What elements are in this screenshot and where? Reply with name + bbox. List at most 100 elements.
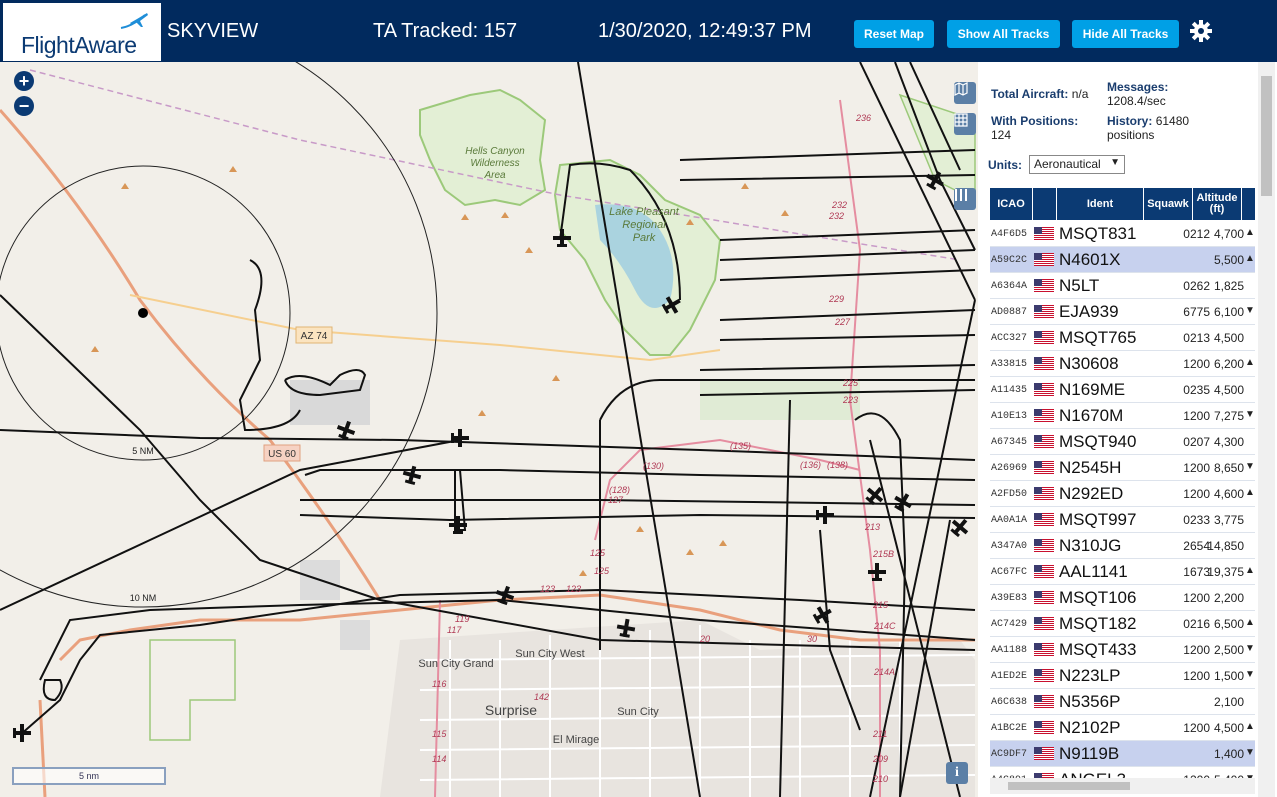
ident-cell: N1670M xyxy=(1059,406,1124,425)
road-number: 210 xyxy=(872,774,888,784)
history-stat: History: 61480 positions xyxy=(1107,114,1189,142)
squawk-cell: 2654 xyxy=(1183,539,1210,553)
show-all-tracks-button[interactable]: Show All Tracks xyxy=(947,20,1060,48)
units-select[interactable]: Aeronautical ▼ xyxy=(1029,155,1125,174)
altitude-trend-icon: ▲ xyxy=(1245,617,1255,628)
table-row[interactable]: A11435 N169ME 0235 4,500 xyxy=(990,377,1255,403)
column-header-icao[interactable]: ICAO xyxy=(990,188,1032,220)
table-row[interactable]: A347A0 N310JG 2654 14,850 xyxy=(990,533,1255,559)
table-row[interactable]: AD0887 EJA939 6775 6,100 ▼ xyxy=(990,299,1255,325)
settings-gear-icon[interactable] xyxy=(1189,19,1213,43)
hide-all-tracks-button[interactable]: Hide All Tracks xyxy=(1072,20,1179,48)
road-number: (128) xyxy=(609,485,630,495)
road-number: 214C xyxy=(873,621,896,631)
map-layers-icon[interactable] xyxy=(954,82,976,104)
zoom-out-icon[interactable]: − xyxy=(14,96,34,116)
park-east xyxy=(898,93,976,202)
icao-cell: A26969 xyxy=(991,463,1028,474)
with-positions-stat: With Positions: 124 xyxy=(991,114,1078,142)
us-flag-icon xyxy=(1034,279,1054,292)
table-row[interactable]: A67345 MSQT940 0207 4,300 xyxy=(990,429,1255,455)
grid-icon[interactable] xyxy=(954,113,976,135)
altitude-trend-icon: ▼ xyxy=(1245,747,1255,758)
column-header-squawk[interactable]: Squawk xyxy=(1144,188,1192,220)
road-number: 209 xyxy=(872,754,888,764)
column-header-ident[interactable]: Ident xyxy=(1057,188,1143,220)
columns-icon[interactable] xyxy=(954,188,976,210)
reset-map-button[interactable]: Reset Map xyxy=(854,20,934,48)
altitude-cell: 2,100 xyxy=(1213,695,1244,709)
table-row[interactable]: AC67FC AAL1141 1673 19,375 ▲ xyxy=(990,559,1255,585)
vertical-scrollbar-thumb[interactable] xyxy=(1261,76,1272,196)
squawk-cell: 1200 xyxy=(1183,591,1210,605)
table-row[interactable]: A1BC2E N2102P 1200 4,500 ▲ xyxy=(990,715,1255,741)
ident-cell: N169ME xyxy=(1059,380,1126,399)
road-number: 229 xyxy=(828,294,844,304)
altitude-cell: 6,500 xyxy=(1213,617,1244,631)
sun-city-label: Sun City xyxy=(617,706,659,718)
road-number: 20 xyxy=(699,634,710,644)
column-header-altitude[interactable]: Altitude (ft) xyxy=(1193,188,1241,220)
hells-canyon-label: Hells Canyon xyxy=(465,146,525,157)
table-row[interactable]: A59C2C N4601X 5,500 ▲ xyxy=(990,247,1255,273)
altitude-cell: 4,500 xyxy=(1213,721,1244,735)
altitude-cell: 1,400 xyxy=(1213,747,1244,761)
altitude-trend-icon: ▲ xyxy=(1245,253,1255,264)
road-number: 225 xyxy=(842,378,859,388)
column-header-flag[interactable] xyxy=(1033,188,1056,220)
road-number: 236 xyxy=(855,113,871,123)
ident-cell: MSQT997 xyxy=(1059,510,1137,529)
ta-tracked-count: TA Tracked: 157 xyxy=(373,20,518,42)
ring-5nm-label: 5 NM xyxy=(132,446,154,456)
table-row[interactable]: AA0A1A MSQT997 0233 3,775 xyxy=(990,507,1255,533)
table-row[interactable]: A6C638 N5356P 2,100 xyxy=(990,689,1255,715)
altitude-cell: 7,275 xyxy=(1213,409,1244,423)
total-aircraft-label: Total Aircraft: xyxy=(991,87,1069,101)
horizontal-scrollbar-thumb[interactable] xyxy=(1008,782,1130,790)
us-flag-icon xyxy=(1034,487,1054,500)
table-row[interactable]: A33815 N30608 1200 6,200 ▲ xyxy=(990,351,1255,377)
table-row[interactable]: A39E83 MSQT106 1200 2,200 xyxy=(990,585,1255,611)
zoom-in-icon[interactable]: + xyxy=(14,71,34,91)
flightaware-logo[interactable]: FlightAware xyxy=(3,3,161,61)
altitude-cell: 4,500 xyxy=(1213,383,1244,397)
road-number: 114 xyxy=(432,754,446,764)
table-row[interactable]: A4F6D5 MSQT831 0212 4,700 ▲ xyxy=(990,221,1255,247)
squawk-cell: 1200 xyxy=(1183,409,1210,423)
table-row[interactable]: AC9DF7 N9119B 1,400 ▼ xyxy=(990,741,1255,767)
ident-cell: N5LT xyxy=(1059,276,1100,295)
icao-cell: AC7429 xyxy=(991,619,1028,630)
squawk-cell: 0216 xyxy=(1183,617,1210,631)
history-unit: positions xyxy=(1107,128,1155,142)
aircraft-table-body: A4F6D5 MSQT831 0212 4,700 ▲ A59C2C N4601X 5,500… xyxy=(990,221,1255,793)
table-row[interactable]: A6364A N5LT 0262 1,825 xyxy=(990,273,1255,299)
urban-area xyxy=(340,620,370,650)
total-aircraft-stat: Total Aircraft: n/a xyxy=(991,87,1088,101)
column-header-extra[interactable] xyxy=(1242,188,1255,220)
lake-pleasant-label: Park xyxy=(633,232,656,244)
table-row[interactable]: AC7429 MSQT182 0216 6,500 ▲ xyxy=(990,611,1255,637)
map-canvas[interactable]: Hells Canyon Wilderness Area Lake Pleasa… xyxy=(0,62,978,797)
sun-city-grand-label: Sun City Grand xyxy=(418,658,493,670)
map-view[interactable]: Hells Canyon Wilderness Area Lake Pleasa… xyxy=(0,62,978,797)
altitude-cell: 4,600 xyxy=(1213,487,1244,501)
table-row[interactable]: A26969 N2545H 1200 8,650 ▼ xyxy=(990,455,1255,481)
info-icon[interactable]: i xyxy=(946,762,968,784)
altitude-trend-icon: ▲ xyxy=(1245,227,1255,238)
ring-10nm-label: 10 NM xyxy=(130,593,157,603)
table-row[interactable]: A10E13 N1670M 1200 7,275 ▼ xyxy=(990,403,1255,429)
ident-cell: MSQT940 xyxy=(1059,432,1137,451)
history-value: 61480 xyxy=(1155,114,1190,128)
road-number: 142 xyxy=(534,692,549,702)
icao-cell: A4F6D5 xyxy=(991,229,1028,240)
altitude-trend-icon: ▼ xyxy=(1245,409,1255,420)
road-number: 223 xyxy=(842,395,858,405)
table-row[interactable]: ACC327 MSQT765 0213 4,500 xyxy=(990,325,1255,351)
table-row[interactable]: A2FD50 N292ED 1200 4,600 ▲ xyxy=(990,481,1255,507)
road-number: 214A xyxy=(873,667,895,677)
logo-text: FlightAware xyxy=(21,32,137,58)
table-row[interactable]: AA1188 MSQT433 1200 2,500 ▼ xyxy=(990,637,1255,663)
table-row[interactable]: A1ED2E N223LP 1200 1,500 ▼ xyxy=(990,663,1255,689)
altitude-cell: 6,200 xyxy=(1213,357,1244,371)
us-flag-icon xyxy=(1034,331,1054,344)
